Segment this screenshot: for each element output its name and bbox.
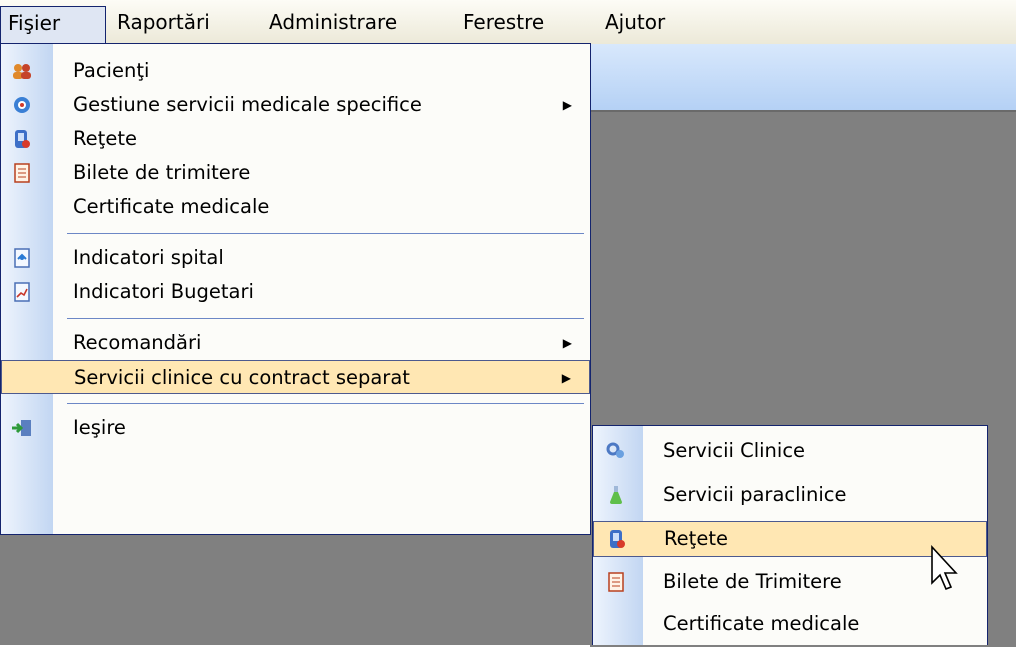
menu-item-label: Reţete [664, 527, 728, 550]
menu-item-indicatori-spital[interactable]: Indicatori spital [1, 241, 590, 275]
menu-bar: Fişier Raportări Administrare Ferestre A… [0, 0, 1016, 45]
menu-item-label: Servicii Clinice [663, 439, 806, 462]
submenu-item-certificate-medicale[interactable]: Certificate medicale [593, 607, 987, 641]
hospital-indicators-icon [11, 248, 33, 268]
submenu-item-servicii-paraclinice[interactable]: Servicii paraclinice [593, 478, 987, 512]
budget-indicators-icon [11, 282, 33, 302]
submenu-arrow-icon: ▶ [561, 371, 571, 385]
menu-item-bilete-trimitere[interactable]: Bilete de trimitere [1, 156, 590, 190]
menu-fisier[interactable]: Fişier [0, 6, 106, 44]
menu-item-label: Gestiune servicii medicale specifice [73, 93, 422, 116]
menu-item-certificate-medicale[interactable]: Certificate medicale [1, 190, 590, 224]
menu-item-label: Pacienţi [73, 59, 150, 82]
prescription-icon [606, 529, 628, 549]
menu-ajutor[interactable]: Ajutor [598, 6, 672, 38]
menu-separator [67, 233, 584, 234]
menu-raportari[interactable]: Raportări [110, 6, 217, 38]
mouse-cursor-icon [931, 545, 958, 591]
menu-item-recomandari[interactable]: Recomandări ▶ [1, 326, 590, 360]
medical-services-icon [11, 95, 33, 115]
menu-item-label: Ieşire [73, 416, 126, 439]
referral-icon [11, 163, 33, 183]
menu-item-label: Indicatori Bugetari [73, 280, 254, 303]
referral-icon [605, 572, 627, 592]
mdi-workspace-lower [0, 535, 592, 645]
clinical-services-icon [605, 441, 627, 461]
submenu-item-retete[interactable]: Reţete [593, 521, 987, 557]
menu-item-gestiune-servicii[interactable]: Gestiune servicii medicale specifice ▶ [1, 88, 590, 122]
prescription-icon [11, 129, 33, 149]
fisier-dropdown: Pacienţi Gestiune servicii medicale spec… [0, 43, 591, 535]
menu-separator [67, 318, 584, 319]
submenu-item-bilete-trimitere[interactable]: Bilete de Trimitere [593, 565, 987, 599]
menu-item-label: Certificate medicale [73, 195, 270, 218]
menu-item-label: Bilete de trimitere [73, 161, 251, 184]
menu-item-label: Bilete de Trimitere [663, 570, 842, 593]
menu-item-label: Servicii clinice cu contract separat [74, 366, 410, 389]
menu-item-label: Recomandări [73, 331, 202, 354]
toolbar [590, 44, 1016, 110]
menu-item-label: Indicatori spital [73, 246, 224, 269]
menu-item-label: Servicii paraclinice [663, 483, 847, 506]
exit-icon [11, 418, 33, 438]
submenu-item-servicii-clinice[interactable]: Servicii Clinice [593, 434, 987, 468]
menu-item-indicatori-bugetari[interactable]: Indicatori Bugetari [1, 275, 590, 309]
menu-item-pacienti[interactable]: Pacienţi [1, 54, 590, 88]
submenu-arrow-icon: ▶ [562, 336, 572, 350]
menu-administrare[interactable]: Administrare [262, 6, 404, 38]
menu-item-servicii-clinice-contract[interactable]: Servicii clinice cu contract separat ▶ [1, 360, 590, 394]
menu-item-iesire[interactable]: Ieşire [1, 411, 590, 445]
menu-item-label: Certificate medicale [663, 612, 860, 635]
patients-icon [11, 61, 33, 81]
paraclinical-flask-icon [605, 485, 627, 505]
submenu-arrow-icon: ▶ [562, 98, 572, 112]
servicii-contract-submenu: Servicii Clinice Servicii paraclinice Re… [592, 425, 988, 645]
menu-item-retete[interactable]: Reţete [1, 122, 590, 156]
menu-item-label: Reţete [73, 127, 137, 150]
menu-ferestre[interactable]: Ferestre [456, 6, 551, 38]
menu-separator [67, 403, 584, 404]
